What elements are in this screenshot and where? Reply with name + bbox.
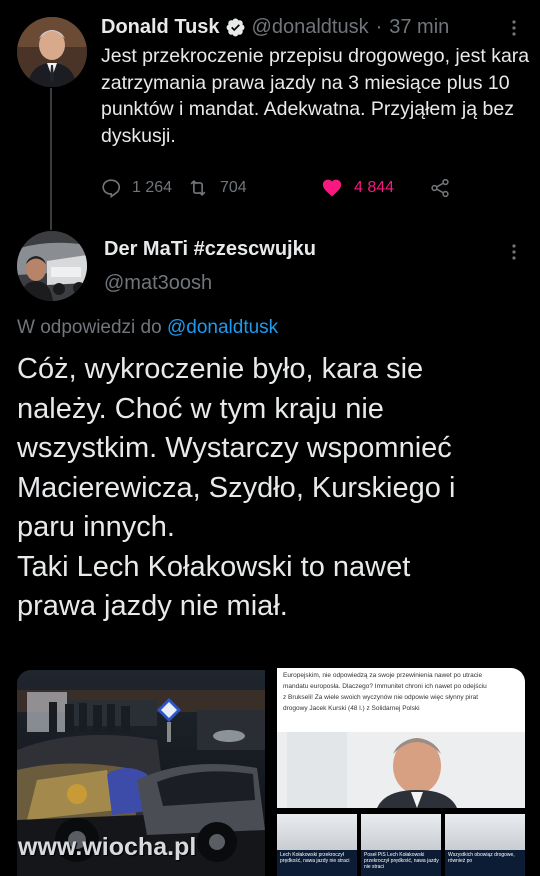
tweet-actions: 1 264 704 4 844 — [100, 176, 520, 200]
article-line: drogowy Jacek Kurski (48 l.) z Solidarne… — [283, 705, 420, 712]
share-button[interactable] — [428, 176, 452, 200]
like-count: 4 844 — [354, 179, 395, 196]
article-line: Europejskim, nie odpowiedzą za swoje prz… — [283, 672, 483, 679]
article-screenshot[interactable]: Europejskim, nie odpowiedzą za swoje prz… — [273, 668, 525, 876]
share-icon — [431, 178, 449, 198]
reply-context-label: W odpowiedzi do — [17, 317, 162, 338]
header-separator: · — [375, 15, 383, 38]
reply-text-line: wszystkim. Wystarczy wspomnieć — [17, 432, 452, 464]
related-article[interactable]: Wszystkich obowiąz drogowe, również po — [445, 814, 525, 876]
related-article-image — [445, 814, 525, 850]
tweet-timestamp[interactable]: 37 min — [389, 16, 449, 39]
verified-badge-icon — [226, 18, 244, 36]
reply-mention-link[interactable]: @donaldtusk — [167, 317, 278, 338]
like-button[interactable]: 4 844 — [320, 176, 394, 200]
reply-icon — [102, 179, 121, 199]
site-watermark: www.wiocha.pl — [18, 833, 197, 861]
reply-count: 1 264 — [132, 179, 173, 196]
related-articles: Lech Kołakowski przekroczył prędkość, na… — [277, 814, 525, 876]
tweet-header: Donald Tusk @donaldtusk · 37 min — [101, 14, 510, 40]
reply-author-name[interactable]: Der MaTi #czescwujku — [104, 238, 316, 261]
related-article-image — [277, 814, 357, 850]
reply-text-line: Taki Lech Kołakowski to nawet — [17, 550, 411, 583]
reply-text-line: paru innych. — [17, 511, 175, 543]
related-article[interactable]: Poseł PiS Lech Kołakowski przekroczył pr… — [361, 814, 441, 876]
original-tweet[interactable]: Donald Tusk @donaldtusk · 37 min Jest pr… — [0, 0, 540, 230]
author-handle[interactable]: @donaldtusk — [252, 16, 369, 39]
related-article-caption: Wszystkich obowiąz drogowe, również po — [448, 852, 515, 864]
related-article-caption: Poseł PiS Lech Kołakowski przekroczył pr… — [364, 852, 439, 870]
article-line: z Brukseli! Za wiele swoich wyczynów nie… — [283, 694, 479, 701]
reply-text-line: prawa jazdy nie miał. — [17, 590, 288, 622]
article-line: mandatu europosła. Dlaczego? Immunitet c… — [283, 683, 487, 690]
related-article-caption: Lech Kołakowski przekroczył prędkość, na… — [280, 852, 350, 864]
more-vertical-icon[interactable] — [506, 18, 522, 38]
reply-text-line: należy. Choć w tym kraju nie — [17, 392, 384, 425]
reply-author-handle[interactable]: @mat3oosh — [104, 272, 212, 295]
reply-author-avatar[interactable] — [17, 231, 87, 301]
reply-text-line: Cóż, wykroczenie było, kara sie — [17, 353, 424, 385]
retweet-count: 704 — [220, 179, 247, 196]
retweet-button[interactable]: 704 — [186, 176, 247, 200]
more-vertical-icon[interactable] — [506, 242, 522, 262]
thread-connector — [50, 88, 52, 230]
retweet-icon — [190, 179, 206, 197]
related-article[interactable]: Lech Kołakowski przekroczył prędkość, na… — [277, 814, 357, 876]
author-name[interactable]: Donald Tusk — [101, 16, 220, 39]
tweet-text: Jest przekroczenie przepisu drogowego, j… — [101, 45, 530, 147]
related-article-image — [361, 814, 441, 850]
article-photo — [277, 732, 525, 808]
reply-context: W odpowiedzi do @donaldtusk — [17, 317, 278, 339]
reply-text: Cóż, wykroczenie było, kara sie należy. … — [17, 350, 532, 627]
heart-icon — [322, 179, 342, 197]
reply-text-line: Macierewicza, Szydło, Kurskiego i — [17, 471, 456, 504]
reply-button[interactable]: 1 264 — [100, 176, 172, 200]
author-avatar[interactable] — [17, 17, 87, 87]
